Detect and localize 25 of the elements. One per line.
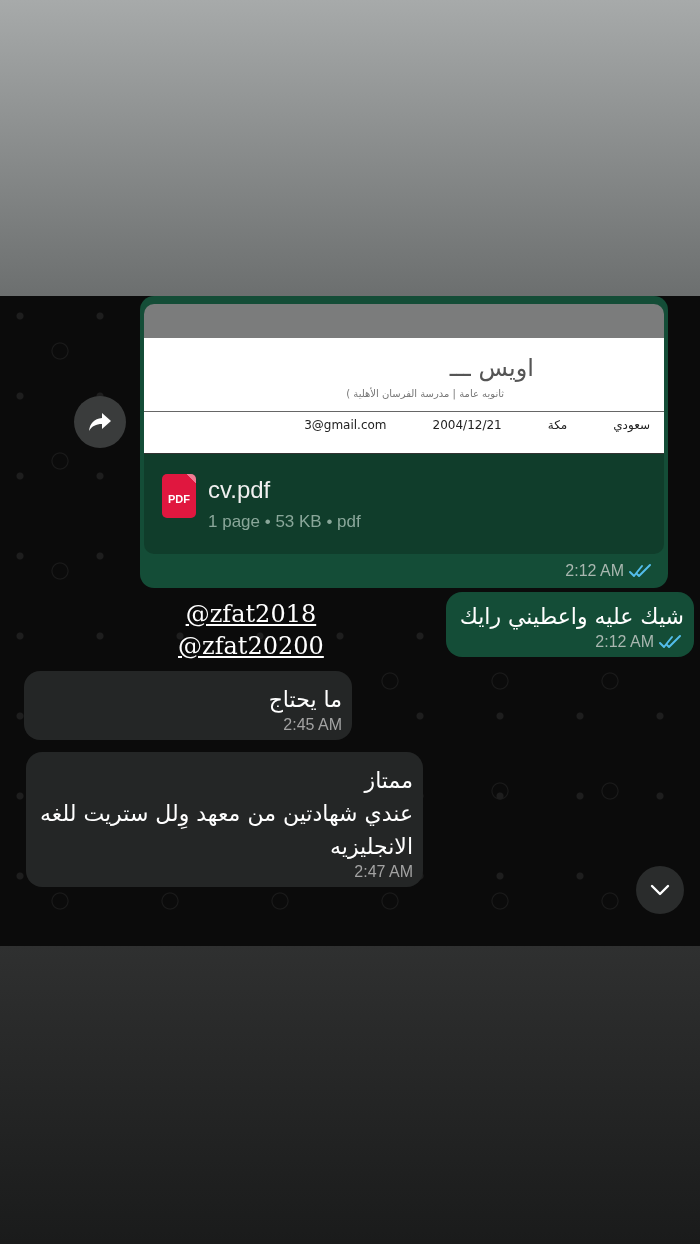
username-text: @zfat20200 [178, 631, 324, 662]
message-text: الانجليزيه [329, 833, 413, 861]
pdf-file-icon: PDF [162, 474, 196, 518]
document-field: 2004/12/21 [432, 418, 502, 432]
file-name: cv.pdf [208, 476, 272, 504]
document-field: 3@gmail.com [304, 418, 387, 432]
chevron-down-icon [650, 884, 670, 896]
message-time: 2:12 AM [565, 562, 624, 580]
message-text: ما يحتاج [267, 686, 342, 715]
message-time: 2:12 AM [595, 633, 654, 651]
scroll-down-button[interactable] [636, 866, 684, 914]
message-text: ممتاز [362, 767, 413, 795]
message-text: شيك عليه واعطيني رايك [459, 603, 684, 632]
message-time: 2:47 AM [354, 863, 413, 881]
message-time: 2:45 AM [283, 716, 342, 734]
message-text: عندي شهادتين من معهد وِلل ستريت للغه [40, 797, 413, 830]
username-text: @zfat2018 [185, 599, 317, 630]
document-field: مكة [547, 418, 568, 432]
document-subtitle: ثانويه عامة | مدرسة الفرسان الأهلية ) [345, 388, 505, 399]
forward-icon [88, 411, 112, 433]
document-name: اويس ـــ [448, 354, 535, 382]
file-details: 1 page • 53 KB • pdf [208, 512, 361, 532]
document-field: سعودي [613, 418, 650, 432]
file-card[interactable]: PDF cv.pdf 1 page • 53 KB • pdf [144, 454, 664, 554]
forward-button[interactable] [74, 396, 126, 448]
